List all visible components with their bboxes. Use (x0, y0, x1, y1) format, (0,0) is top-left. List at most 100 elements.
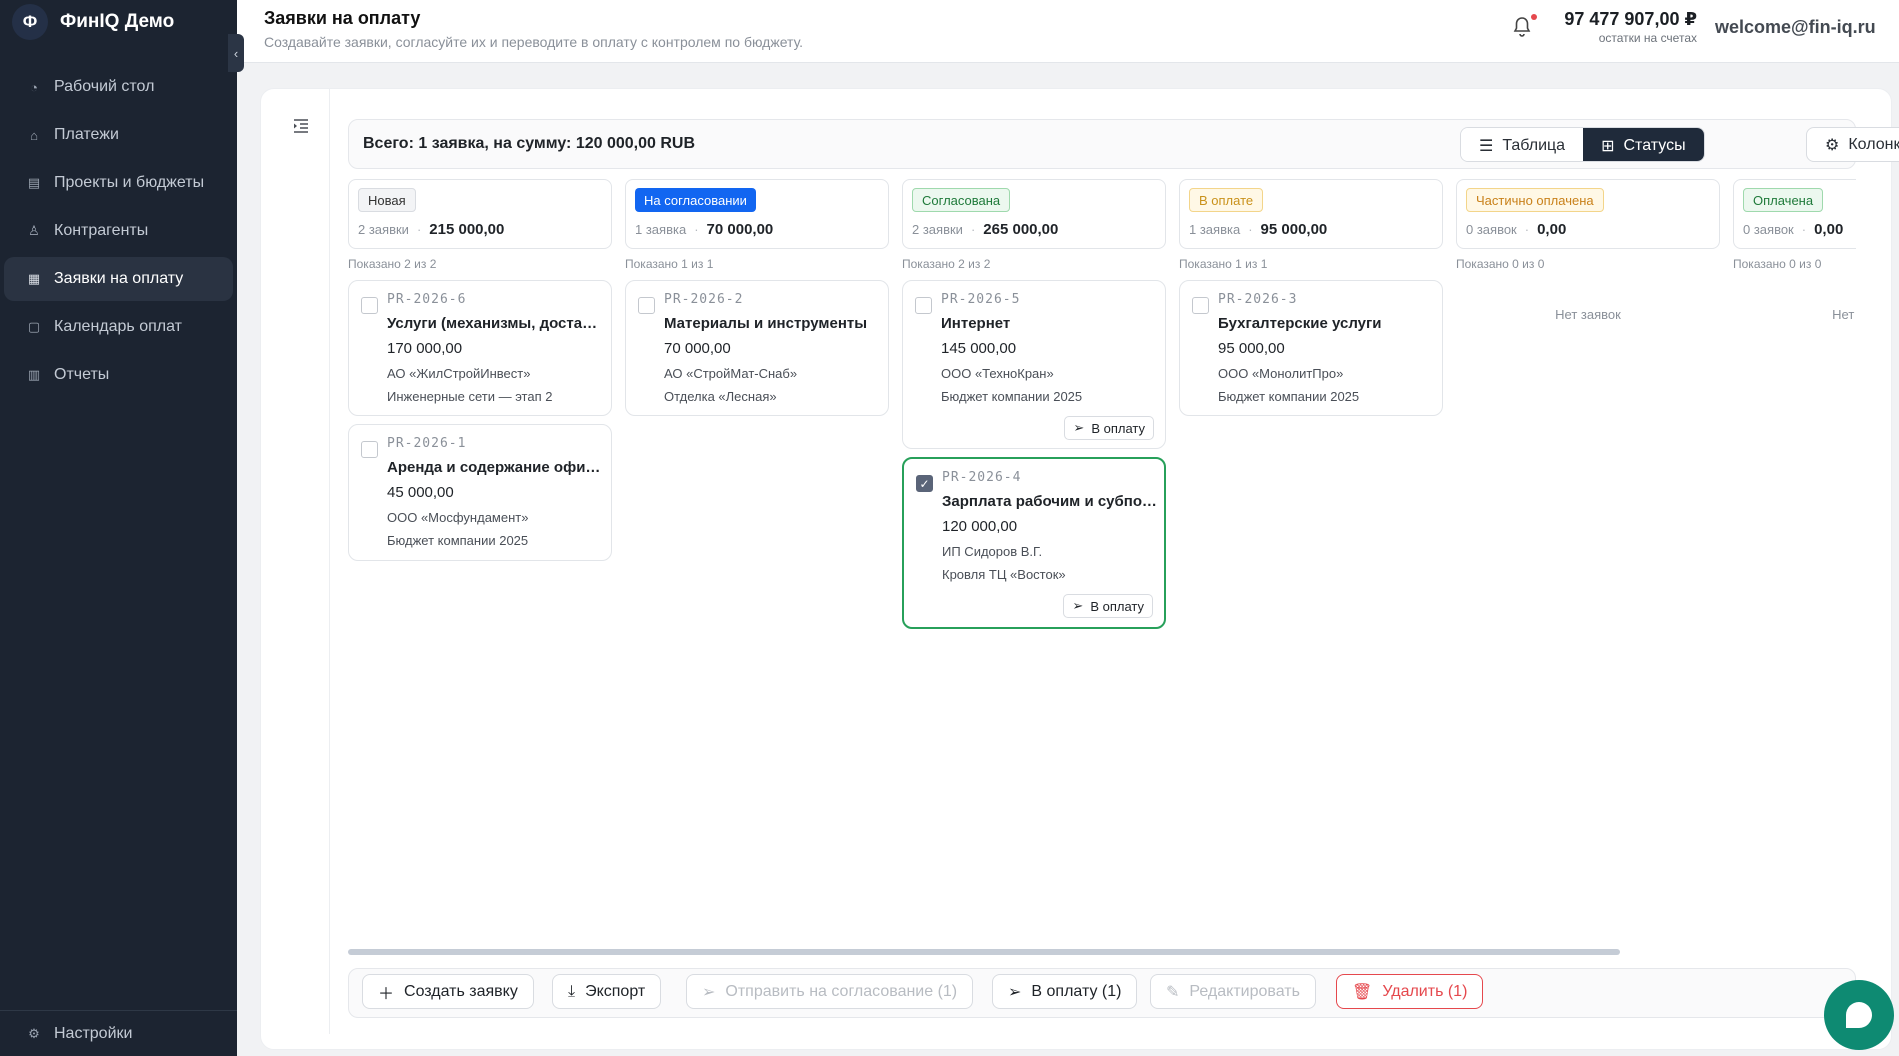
sidebar-item-projects[interactable]: ▤ Проекты и бюджеты (4, 161, 233, 205)
send-approval-label: Отправить на согласование (1) (725, 982, 958, 1000)
sidebar-item-reports[interactable]: ▥ Отчеты (4, 353, 233, 397)
card-checkbox[interactable] (915, 297, 932, 314)
request-counterparty: АО «ЖилСтройИнвест» (387, 366, 531, 381)
request-card-selected[interactable]: ✓ PR-2026-4 Зарплата рабочим и субподряд… (902, 457, 1166, 629)
divider (329, 89, 330, 1034)
chart-icon: ▥ (27, 367, 41, 382)
request-card[interactable]: PR-2026-6 Услуги (механизмы, доставка) 1… (348, 280, 612, 416)
column-stats: 1 заявка · 95 000,00 (1189, 221, 1327, 238)
column-shown-count: Показано 0 из 0 (1733, 257, 1822, 271)
status-column-approval: На согласовании 1 заявка · 70 000,00 Пок… (625, 179, 889, 416)
view-toggle: ☰ Таблица ⊞ Статусы (1460, 127, 1705, 162)
delete-label: Удалить (1) (1382, 982, 1468, 1000)
create-request-button[interactable]: ＋ Создать заявку (362, 974, 534, 1009)
top-header: Заявки на оплату Создавайте заявки, согл… (237, 0, 1899, 63)
to-payment-button[interactable]: ➢ В оплату (1063, 594, 1153, 618)
column-header: На согласовании 1 заявка · 70 000,00 (625, 179, 889, 249)
sidebar-item-dashboard[interactable]: ◔ Рабочий стол (4, 65, 233, 109)
column-count: 1 заявка (635, 222, 687, 237)
request-project: Бюджет компании 2025 (387, 533, 529, 548)
bell-icon[interactable] (1512, 16, 1534, 38)
calendar-icon: ▢ (27, 319, 41, 334)
column-header: Оплачена 0 заявок · 0,00 (1733, 179, 1856, 249)
send-icon: ➢ (1072, 598, 1084, 613)
sidebar-collapse-button[interactable]: ‹ (228, 34, 244, 72)
status-column-agreed: Согласована 2 заявки · 265 000,00 Показа… (902, 179, 1166, 629)
status-badge: Новая (358, 188, 416, 212)
column-shown-count: Показано 1 из 1 (1179, 257, 1268, 271)
status-badge: В оплате (1189, 188, 1264, 212)
status-column-paying: В оплате 1 заявка · 95 000,00 Показано 1… (1179, 179, 1443, 416)
plus-icon: ＋ (378, 985, 395, 1003)
sidebar-item-payment-requests[interactable]: ▦ Заявки на оплату (4, 257, 233, 301)
column-count: 0 заявок (1466, 222, 1517, 237)
request-code: PR-2026-1 (387, 436, 467, 451)
to-payment-bulk-button[interactable]: ➢ В оплату (1) (992, 974, 1138, 1009)
column-shown-count: Показано 2 из 2 (902, 257, 991, 271)
sidebar-item-label: Заявки на оплату (54, 270, 184, 287)
chat-button[interactable] (1824, 980, 1894, 1050)
column-sum: 215 000,00 (429, 221, 505, 238)
card-checkbox[interactable] (638, 297, 655, 314)
request-counterparty: ООО «Мосфундамент» (387, 510, 529, 525)
request-card[interactable]: PR-2026-5 Интернет 145 000,00 ООО «Техно… (902, 280, 1166, 449)
request-project: Инженерные сети — этап 2 (387, 389, 553, 404)
request-amount: 45 000,00 (387, 484, 454, 501)
separator-dot: · (694, 222, 699, 237)
request-amount: 120 000,00 (942, 518, 1018, 535)
request-card[interactable]: PR-2026-3 Бухгалтерские услуги 95 000,00… (1179, 280, 1443, 416)
send-icon: ➢ (702, 983, 716, 1001)
sidebar-item-label: Проекты и бюджеты (54, 174, 205, 191)
statuses-view-label: Статусы (1623, 136, 1686, 154)
edit-button[interactable]: ✎ Редактировать (1150, 974, 1316, 1009)
send-approval-button[interactable]: ➢ Отправить на согласование (1) (686, 974, 974, 1009)
column-stats: 0 заявок · 0,00 (1466, 221, 1566, 238)
send-icon: ➢ (1073, 420, 1085, 435)
sidebar-item-label: Рабочий стол (54, 78, 155, 95)
column-sum: 70 000,00 (706, 221, 774, 238)
column-header: Новая 2 заявки · 215 000,00 (348, 179, 612, 249)
status-badge: Частично оплачена (1466, 188, 1604, 212)
user-email[interactable]: welcome@fin-iq.ru (1715, 17, 1876, 38)
account-balance: 97 477 907,00 ₽ остатки на счетах (1557, 9, 1697, 45)
card-checkbox-checked[interactable]: ✓ (916, 475, 933, 492)
request-amount: 145 000,00 (941, 340, 1017, 357)
request-card[interactable]: PR-2026-2 Материалы и инструменты 70 000… (625, 280, 889, 416)
sidebar-item-settings[interactable]: ⚙ Настройки (0, 1010, 237, 1056)
column-sum: 95 000,00 (1260, 221, 1328, 238)
columns-button[interactable]: ⚙ Колонки (1806, 127, 1899, 162)
trash-icon: 🗑 (1352, 983, 1373, 1001)
column-sum: 0,00 (1537, 221, 1567, 238)
request-card[interactable]: PR-2026-1 Аренда и содержание офиса 45 0… (348, 424, 612, 561)
table-view-label: Таблица (1502, 136, 1566, 154)
request-project: Бюджет компании 2025 (1218, 389, 1360, 404)
request-amount: 70 000,00 (664, 340, 731, 357)
table-view-button[interactable]: ☰ Таблица (1461, 128, 1584, 161)
download-icon: ⤓ (568, 982, 576, 1000)
sidebar-item-payments[interactable]: ⌂ Платежи (4, 113, 233, 157)
card-checkbox[interactable] (1192, 297, 1209, 314)
to-payment-button[interactable]: ➢ В оплату (1064, 416, 1154, 440)
brand[interactable]: Ф ФинIQ Демо (12, 4, 174, 40)
status-badge: Оплачена (1743, 188, 1824, 212)
delete-button[interactable]: 🗑 Удалить (1) (1336, 974, 1484, 1009)
horizontal-scrollbar[interactable] (348, 949, 1620, 955)
request-code: PR-2026-3 (1218, 292, 1298, 307)
brand-name: ФинIQ Демо (60, 11, 175, 32)
request-title: Услуги (механизмы, доставка) (387, 315, 602, 332)
card-checkbox[interactable] (361, 297, 378, 314)
indent-toggle-icon[interactable] (293, 119, 311, 137)
sidebar-item-counterparties[interactable]: ♙ Контрагенты (4, 209, 233, 253)
card-checkbox[interactable] (361, 441, 378, 458)
request-counterparty: ИП Сидоров В.Г. (942, 544, 1043, 559)
request-title: Интернет (941, 315, 1011, 332)
send-icon: ➢ (1008, 983, 1022, 1001)
request-amount: 170 000,00 (387, 340, 463, 357)
statuses-view-button[interactable]: ⊞ Статусы (1583, 128, 1704, 161)
column-stats: 2 заявки · 265 000,00 (912, 221, 1058, 238)
sidebar: Ф ФинIQ Демо ◔ Рабочий стол ⌂ Платежи ▤ … (0, 0, 237, 1056)
column-stats: 0 заявок · 0,00 (1743, 221, 1843, 238)
export-button[interactable]: ⤓ Экспорт (552, 974, 662, 1009)
sidebar-item-calendar[interactable]: ▢ Календарь оплат (4, 305, 233, 349)
sidebar-item-label: Отчеты (54, 366, 110, 383)
